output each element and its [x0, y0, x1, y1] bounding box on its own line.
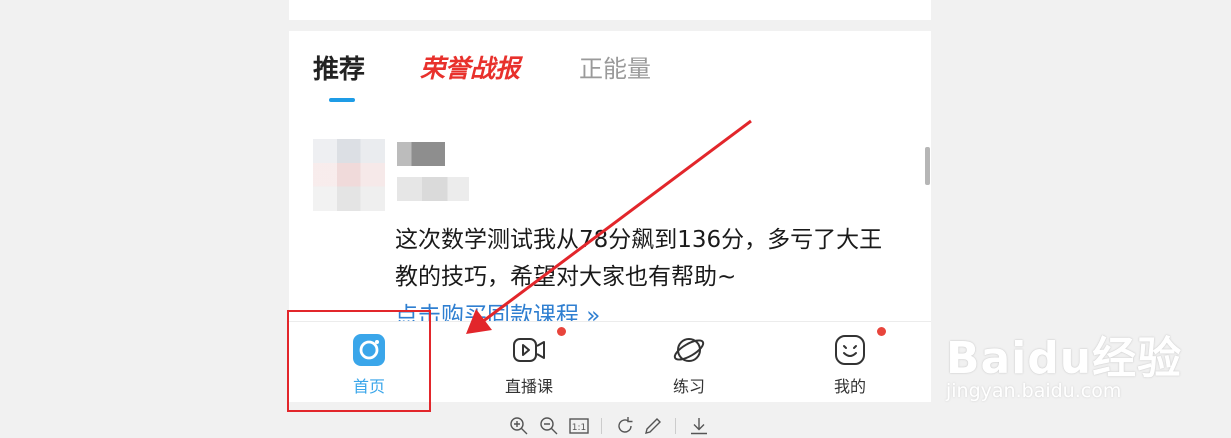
nav-live-class[interactable]: 直播课 [449, 322, 609, 402]
post-meta-blurred [397, 177, 469, 201]
toolbar-divider [601, 418, 602, 434]
zoom-in-icon[interactable] [509, 416, 529, 436]
download-icon[interactable] [689, 416, 709, 436]
nav-mine-label: 我的 [833, 377, 866, 396]
smiley-face-icon [835, 335, 865, 365]
live-class-badge [557, 327, 566, 336]
actual-size-icon[interactable]: 1:1 [569, 416, 589, 436]
post-text: 这次数学测试我从78分飙到136分，多亏了大王教的技巧，希望对大家也有帮助~ [395, 227, 883, 290]
watermark-url: jingyan.baidu.com [946, 380, 1122, 402]
watermark-brand: Baidu经验 [946, 333, 1183, 384]
nav-practice-label: 练习 [672, 377, 705, 396]
baidu-jingyan-watermark: Baidu经验 jingyan.baidu.com [940, 300, 1181, 410]
zoom-out-icon[interactable] [539, 416, 559, 436]
live-video-icon [513, 338, 545, 362]
tab-positive-energy[interactable]: 正能量 [579, 49, 651, 84]
nav-live-label: 直播课 [504, 377, 553, 396]
active-tab-indicator [329, 98, 355, 102]
scrollbar[interactable] [925, 147, 930, 185]
toolbar-divider [675, 418, 676, 434]
svg-text:1:1: 1:1 [572, 423, 586, 433]
mine-badge [877, 327, 886, 336]
avatar[interactable] [313, 139, 385, 211]
username-blurred[interactable] [397, 142, 445, 166]
tab-honor-report[interactable]: 荣誉战报 [420, 49, 520, 85]
edit-icon[interactable] [643, 416, 663, 436]
nav-mine[interactable]: 我的 [770, 322, 930, 402]
annotation-highlight-box [287, 310, 431, 412]
nav-practice[interactable]: 练习 [609, 322, 769, 402]
tab-recommend[interactable]: 推荐 [313, 49, 365, 86]
previous-card-edge [289, 0, 931, 20]
rotate-icon[interactable] [615, 416, 635, 436]
planet-icon [673, 338, 705, 362]
